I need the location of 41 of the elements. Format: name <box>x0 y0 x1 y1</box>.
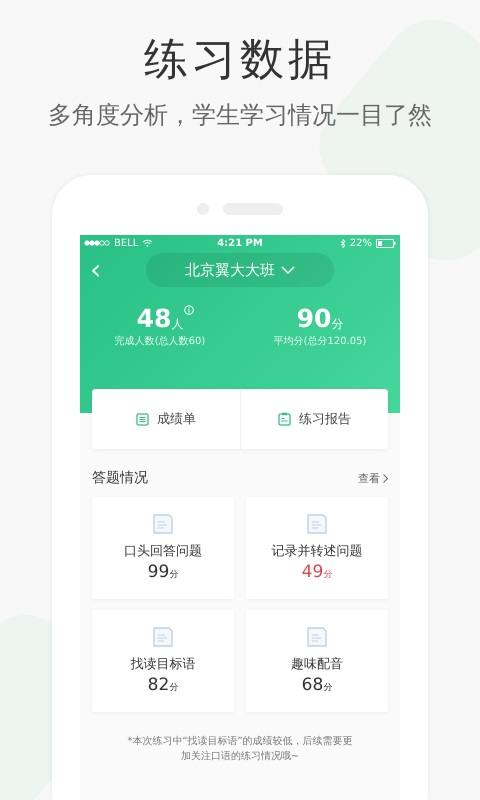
action-button[interactable]: 练习报告 <box>240 389 388 449</box>
document-icon <box>307 514 327 534</box>
bluetooth-icon <box>340 238 346 248</box>
stat-value: 90 <box>296 305 332 333</box>
task-card[interactable]: 口头回答问题 99分 <box>92 497 234 599</box>
chevron-down-icon <box>281 266 295 274</box>
task-score: 82分 <box>148 675 178 695</box>
document-icon <box>153 627 173 647</box>
task-name: 口头回答问题 <box>124 543 202 560</box>
status-time: 4:21 PM <box>217 238 263 248</box>
battery-percent: 22% <box>350 238 372 248</box>
view-link[interactable]: 查看 <box>358 470 388 486</box>
task-name: 趣味配音 <box>291 656 343 673</box>
task-card[interactable]: 找读目标语 82分 <box>92 610 234 712</box>
action-button[interactable]: 成绩单 <box>92 389 240 449</box>
info-icon[interactable] <box>184 305 194 315</box>
task-card[interactable]: 记录并转述问题 49分 <box>246 497 388 599</box>
headline: 练习数据 <box>144 33 336 87</box>
section-title: 答题情况 <box>92 469 148 487</box>
list-icon <box>136 412 149 426</box>
stat-label: 平均分(总分120.05) <box>274 334 366 348</box>
wifi-icon <box>142 239 154 247</box>
battery-icon <box>376 238 396 248</box>
document-icon <box>307 627 327 647</box>
carrier-name: BELL <box>114 238 138 248</box>
stat-value: 48 <box>136 305 172 333</box>
note-text: *本次练习中“找读目标语”的成绩较低，后续需要更加关注口语的练习情况哦~ <box>126 734 354 764</box>
signal-icon <box>84 240 110 246</box>
task-score: 49分 <box>302 562 332 582</box>
clipboard-icon <box>278 412 291 426</box>
task-name: 记录并转述问题 <box>272 543 362 560</box>
stat-unit: 人 <box>171 316 184 333</box>
stat-label: 完成人数(总人数60) <box>114 334 206 348</box>
subtitle: 多角度分析，学生学习情况一目了然 <box>48 100 432 131</box>
stat-unit: 分 <box>331 316 344 333</box>
document-icon <box>153 514 173 534</box>
task-score: 99分 <box>148 562 178 582</box>
task-card[interactable]: 趣味配音 68分 <box>246 610 388 712</box>
task-score: 68分 <box>302 675 332 695</box>
chevron-right-icon <box>383 474 388 482</box>
task-name: 找读目标语 <box>130 656 196 673</box>
